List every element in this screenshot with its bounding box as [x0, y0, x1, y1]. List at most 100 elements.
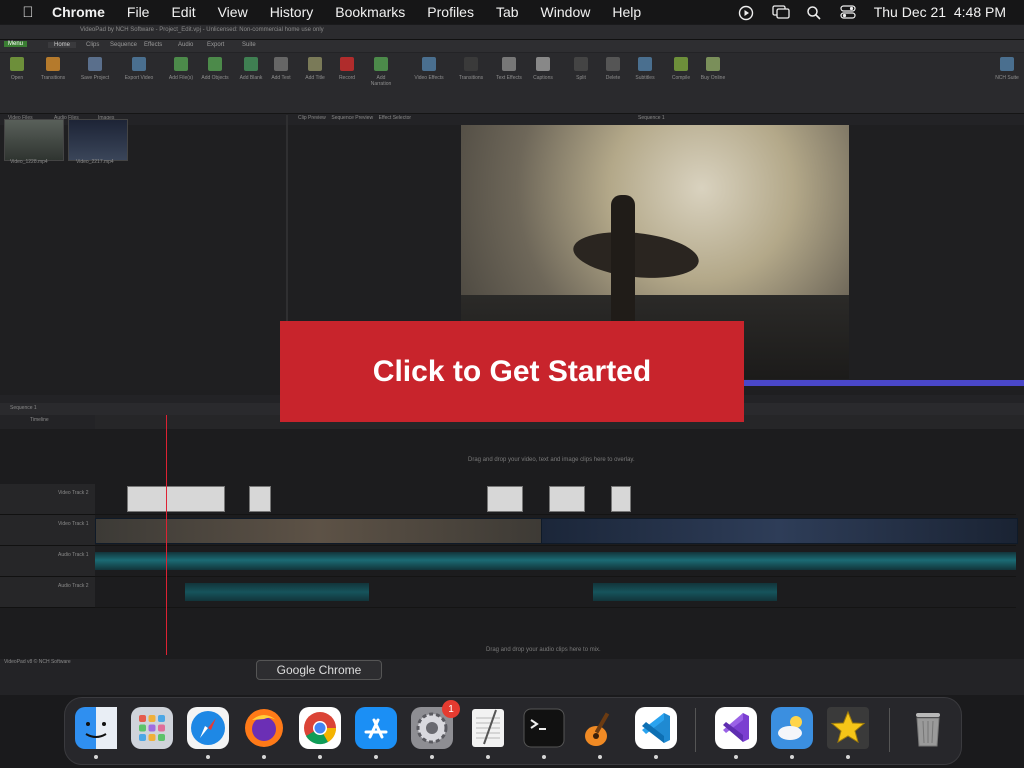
tool-transitions[interactable]: Transitions — [38, 57, 68, 81]
menu-view[interactable]: View — [218, 4, 248, 20]
timeline-mode[interactable]: Timeline — [30, 417, 49, 423]
dock-safari[interactable] — [186, 706, 230, 750]
menu-clock[interactable]: Thu Dec 21 4:48 PM — [874, 4, 1006, 20]
tool-transitions-2[interactable]: Transitions — [456, 57, 486, 81]
menu-help[interactable]: Help — [612, 4, 641, 20]
timeline-playhead[interactable] — [166, 415, 167, 655]
ribbon-tab-menu[interactable]: Menu — [4, 41, 28, 47]
audio-track-1[interactable] — [95, 546, 1016, 577]
track-header-video-1[interactable]: Video Track 1 — [0, 515, 95, 546]
firefox-icon — [245, 709, 283, 747]
tool-save-project[interactable]: Save Project — [80, 57, 110, 81]
track-header-audio-2[interactable]: Audio Track 2 — [0, 577, 95, 608]
editor-title: VideoPad by NCH Software - Project_Edit.… — [80, 27, 324, 33]
menu-window[interactable]: Window — [541, 4, 591, 20]
ribbon-tab-sequence[interactable]: Sequence — [110, 42, 137, 48]
terminal-icon — [523, 708, 565, 748]
menu-profiles[interactable]: Profiles — [427, 4, 474, 20]
tool-captions[interactable]: Captions — [528, 57, 558, 81]
video-clip[interactable] — [95, 518, 543, 544]
apple-menu-icon[interactable]:  — [18, 4, 38, 21]
menu-edit[interactable]: Edit — [171, 4, 195, 20]
sequence-preview-label: Sequence 1 — [638, 115, 665, 121]
tool-video-effects[interactable]: Video Effects — [414, 57, 444, 81]
tool-export-video[interactable]: Export Video — [124, 57, 154, 81]
tool-subtitles[interactable]: Subtitles — [630, 57, 660, 81]
dock-app-store[interactable] — [354, 706, 398, 750]
dock-firefox[interactable] — [242, 706, 286, 750]
dock-separator — [695, 708, 696, 752]
tool-add-objects[interactable]: Add Objects — [200, 57, 230, 81]
video-clip[interactable] — [541, 518, 1018, 544]
running-indicator — [654, 755, 658, 759]
overlay-clip[interactable] — [127, 486, 225, 512]
tool-open[interactable]: Open — [2, 57, 32, 81]
dock-visual-studio[interactable] — [714, 706, 758, 750]
tool-text-effects[interactable]: Text Effects — [494, 57, 524, 81]
track-header-audio-1[interactable]: Audio Track 1 — [0, 546, 95, 577]
tool-add-blank[interactable]: Add Blank — [236, 57, 266, 81]
timeline-tab[interactable]: Sequence 1 — [10, 405, 37, 411]
ribbon-tab-export[interactable]: Export — [207, 42, 224, 48]
ribbon-tab-suite[interactable]: Suite — [242, 42, 256, 48]
ribbon-tab-clips[interactable]: Clips — [86, 42, 99, 48]
trash-icon — [916, 713, 940, 747]
bin-clip-thumbnail[interactable] — [4, 119, 64, 161]
track-header-video-2[interactable]: Video Track 2 — [0, 484, 95, 515]
video-track-1[interactable] — [95, 515, 1018, 546]
preview-tabs: Clip Preview Sequence Preview Effect Sel… — [298, 115, 411, 121]
dock-garageband[interactable] — [578, 706, 622, 750]
textedit-icon — [472, 709, 504, 747]
star-icon — [827, 707, 869, 749]
audio-track-2[interactable] — [95, 577, 1016, 608]
ribbon-tab-home[interactable]: Home — [48, 42, 77, 48]
menu-bookmarks[interactable]: Bookmarks — [335, 4, 405, 20]
tool-delete[interactable]: Delete — [598, 57, 628, 81]
menu-tab[interactable]: Tab — [496, 4, 519, 20]
tab-effect-selector[interactable]: Effect Selector — [379, 115, 411, 121]
dock-launchpad[interactable] — [130, 706, 174, 750]
tool-add-narration[interactable]: Add Narration — [366, 57, 396, 87]
tool-compile[interactable]: Compile — [666, 57, 696, 81]
tab-clip-preview[interactable]: Clip Preview — [298, 115, 326, 121]
tool-buy-online[interactable]: Buy Online — [698, 57, 728, 81]
tool-record[interactable]: Record — [332, 57, 362, 81]
tab-sequence-preview[interactable]: Sequence Preview — [331, 115, 373, 121]
overlay-clip[interactable] — [249, 486, 271, 512]
dock-system-preferences[interactable]: 1 — [410, 700, 460, 750]
app-store-icon — [355, 707, 397, 749]
screen-record-icon[interactable] — [738, 5, 754, 21]
overlay-clip[interactable] — [611, 486, 631, 512]
ribbon-tab-audio[interactable]: Audio — [178, 42, 193, 48]
dock-trash[interactable] — [906, 706, 950, 750]
spotlight-search-icon[interactable] — [806, 5, 822, 20]
overlay-clip[interactable] — [487, 486, 523, 512]
screen-mirroring-icon[interactable] — [772, 5, 790, 19]
dock-vscode[interactable] — [634, 706, 678, 750]
tool-add-text[interactable]: Add Text — [266, 57, 296, 81]
ribbon-tab-effects[interactable]: Effects — [144, 42, 162, 48]
menu-history[interactable]: History — [270, 4, 314, 20]
audio-clip-waveform[interactable] — [95, 552, 1016, 570]
dock-separator — [889, 708, 890, 752]
dock-weather[interactable] — [770, 706, 814, 750]
dock-finder[interactable] — [74, 706, 118, 750]
bin-clip-thumbnail[interactable] — [68, 119, 128, 161]
dock-terminal[interactable] — [522, 706, 566, 750]
dock-reeder[interactable] — [826, 706, 870, 750]
get-started-button[interactable]: Click to Get Started — [280, 321, 744, 422]
audio-clip-waveform[interactable] — [593, 583, 777, 601]
tool-add-title[interactable]: Add Title — [300, 57, 330, 81]
preview-scrub-bar[interactable] — [741, 380, 1024, 386]
tool-nch-suite[interactable]: NCH Suite — [992, 57, 1022, 81]
overlay-clip[interactable] — [549, 486, 585, 512]
menu-file[interactable]: File — [127, 4, 150, 20]
audio-clip-waveform[interactable] — [185, 583, 369, 601]
menu-app-name[interactable]: Chrome — [52, 4, 105, 20]
control-center-icon[interactable] — [840, 5, 856, 19]
tool-add-files[interactable]: Add File(s) — [166, 57, 196, 81]
tool-split[interactable]: Split — [566, 57, 596, 81]
video-track-2[interactable] — [95, 484, 1016, 515]
dock-textedit[interactable] — [466, 706, 510, 750]
dock-chrome[interactable] — [298, 706, 342, 750]
